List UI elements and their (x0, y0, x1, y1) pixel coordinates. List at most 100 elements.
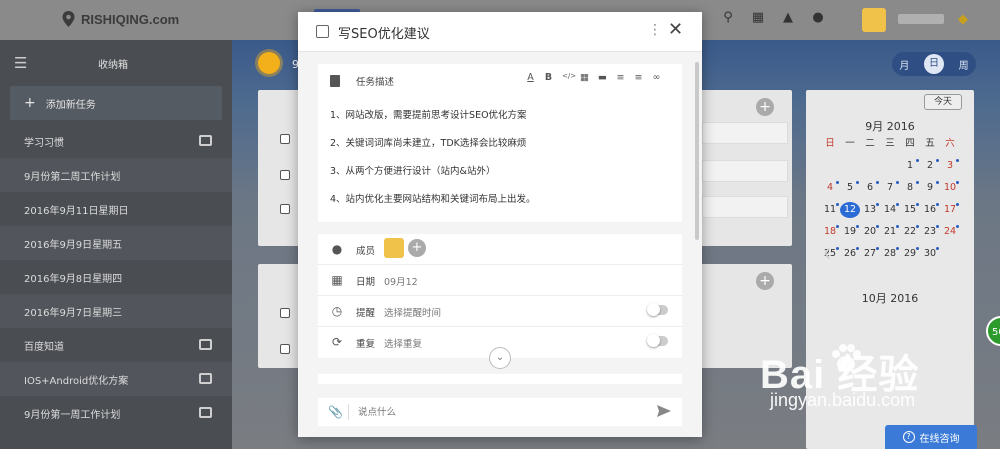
sidebar-item[interactable]: 9月份第二周工作计划 (0, 158, 232, 192)
task-checkbox[interactable] (280, 204, 290, 214)
tab-day[interactable]: 日 (923, 54, 944, 74)
calendar-day-selected[interactable]: 12 (840, 202, 860, 218)
person-icon: ● (331, 242, 343, 256)
link-icon[interactable]: ∞ (652, 72, 661, 83)
vip-diamond-icon[interactable]: ◆ (958, 12, 974, 27)
description-line: 1、网站改版，需要提前思考设计SEO优化方案 (330, 110, 527, 121)
calendar-day[interactable]: 17 (940, 202, 960, 218)
calendar-day[interactable]: 7 (880, 180, 900, 196)
add-task-icon[interactable]: + (756, 272, 774, 290)
task-checkbox[interactable] (280, 170, 290, 180)
bell-icon[interactable]: ▲ (780, 10, 796, 26)
task-complete-checkbox[interactable] (316, 25, 329, 38)
calendar-prev-arrow[interactable]: ❮ (823, 248, 831, 259)
add-task-icon[interactable]: + (756, 98, 774, 116)
task-row[interactable] (702, 122, 788, 144)
task-row[interactable] (702, 160, 788, 182)
calendar-day[interactable]: 10 (940, 180, 960, 196)
member-avatar[interactable] (384, 238, 404, 258)
calendar-day[interactable]: 18 (820, 224, 840, 240)
tab-month[interactable]: 月 (899, 57, 909, 72)
online-consult-button[interactable]: ? 在线咨询 (885, 425, 977, 449)
modal-scrollbar[interactable] (695, 62, 699, 240)
add-member-button[interactable]: + (408, 239, 426, 257)
font-color-icon[interactable]: A (526, 72, 535, 83)
attachment-icon[interactable]: 📎 (328, 405, 343, 419)
calendar-day[interactable]: 27 (860, 246, 880, 262)
hr-icon[interactable]: ▬ (598, 72, 607, 83)
calendar-day[interactable]: 2 (920, 158, 940, 174)
task-checkbox[interactable] (280, 344, 290, 354)
comment-input[interactable] (358, 403, 638, 421)
send-icon[interactable] (656, 403, 672, 419)
remind-label: 提醒 (356, 308, 376, 319)
calendar-day[interactable]: 19 (840, 224, 860, 240)
user-circle-icon[interactable]: ● (810, 10, 826, 26)
date-value[interactable]: 09月12 (384, 274, 418, 288)
calendar-day[interactable]: 8 (900, 180, 920, 196)
calendar-day[interactable]: 15 (900, 202, 920, 218)
add-task-button[interactable]: + 添加新任务 (10, 86, 222, 120)
calendar-day[interactable]: 13 (860, 202, 880, 218)
sidebar-item[interactable]: 2016年9月7日星期三 (0, 294, 232, 328)
remind-select[interactable]: 选择提醒时间 (384, 305, 441, 319)
date-row[interactable]: ▦ 日期 09月12 (318, 265, 682, 296)
close-icon[interactable]: ✕ (668, 19, 683, 40)
calendar-day[interactable]: 23 (920, 224, 940, 240)
sidebar-item[interactable]: IOS+Android优化方案 (0, 362, 232, 396)
code-icon[interactable]: </> (562, 72, 576, 83)
sidebar-item[interactable]: 百度知道 (0, 328, 232, 362)
menu-icon[interactable]: ☰ (14, 54, 34, 72)
remind-row[interactable]: ◷ 提醒 选择提醒时间 (318, 296, 682, 327)
search-icon[interactable]: ⚲ (720, 10, 736, 26)
sidebar-item-label: IOS+Android优化方案 (24, 375, 129, 387)
calendar-day[interactable]: 5 (840, 180, 860, 196)
description-text[interactable]: 1、网站改版，需要提前思考设计SEO优化方案 2、关键词词库尚未建立，TDK选择… (330, 102, 536, 214)
sidebar-item[interactable]: 2016年9月8日星期四 (0, 260, 232, 294)
apps-grid-icon[interactable]: ▦ (750, 10, 766, 26)
calendar-day[interactable]: 22 (900, 224, 920, 240)
task-row[interactable] (702, 196, 788, 218)
calendar-day[interactable]: 11 (820, 202, 840, 218)
calendar-day[interactable]: 3 (940, 158, 960, 174)
calendar-day[interactable]: 16 (920, 202, 940, 218)
repeat-select[interactable]: 选择重复 (384, 336, 422, 350)
brand-logo[interactable]: RISHIQING.com (62, 11, 179, 27)
description-label: 任务描述 (356, 77, 395, 88)
numbered-list-icon[interactable]: ≡ (634, 72, 643, 83)
sidebar-item[interactable]: 2016年9月9日星期五 (0, 226, 232, 260)
calendar-day[interactable]: 9 (920, 180, 940, 196)
location-pin-icon (62, 11, 75, 27)
weekday-label: 五 (925, 138, 935, 149)
sidebar-item[interactable]: 9月份第一周工作计划 (0, 396, 232, 430)
tab-week[interactable]: 周 (959, 57, 969, 72)
remind-toggle[interactable] (647, 303, 668, 316)
calendar-day[interactable]: 4 (820, 180, 840, 196)
calendar-day[interactable]: 30 (920, 246, 940, 262)
modal-title[interactable]: 写SEO优化建议 (338, 23, 430, 42)
user-name-blurred[interactable] (898, 14, 944, 24)
calendar-icon: ▦ (331, 273, 343, 287)
task-checkbox[interactable] (280, 134, 290, 144)
bold-icon[interactable]: B (544, 72, 553, 83)
today-button[interactable]: 今天 (924, 94, 962, 110)
bullet-list-icon[interactable]: ≡ (616, 72, 625, 83)
sidebar-item[interactable]: 2016年9月11日星期日 (0, 192, 232, 226)
sidebar-item[interactable]: 学习习惯 (0, 124, 232, 158)
calendar-day[interactable]: 29 (900, 246, 920, 262)
task-checkbox[interactable] (280, 308, 290, 318)
user-avatar[interactable] (862, 8, 886, 32)
table-icon[interactable]: ▦ (580, 72, 589, 83)
more-options-icon[interactable]: ⋮ (648, 22, 662, 38)
calendar-day[interactable]: 21 (880, 224, 900, 240)
calendar-day[interactable]: 24 (940, 224, 960, 240)
chevron-down-icon[interactable]: ⌄ (489, 347, 511, 369)
calendar-day[interactable]: 20 (860, 224, 880, 240)
repeat-toggle[interactable] (647, 334, 668, 347)
calendar-day[interactable]: 1 (900, 158, 920, 174)
calendar-day[interactable]: 26 (840, 246, 860, 262)
calendar-day[interactable]: 14 (880, 202, 900, 218)
sidebar-item-label: 2016年9月11日星期日 (24, 205, 129, 217)
calendar-day[interactable]: 6 (860, 180, 880, 196)
calendar-day[interactable]: 28 (880, 246, 900, 262)
